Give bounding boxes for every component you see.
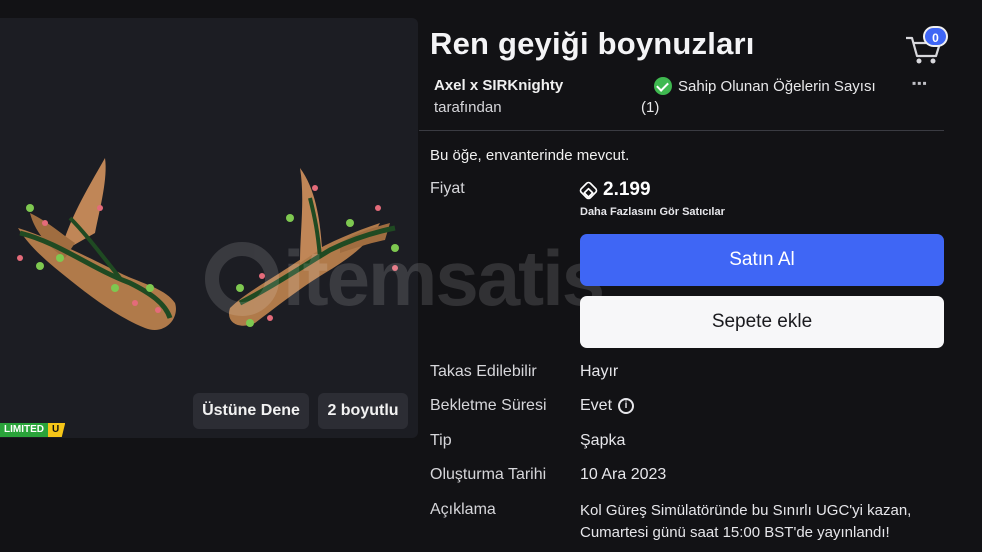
price-value: 2.199: [578, 179, 651, 201]
antlers-image: [17, 158, 399, 330]
limited-label: LIMITED: [0, 423, 48, 437]
detail-value-type: Şapka: [580, 432, 626, 449]
creator-by-label: tarafından: [434, 99, 502, 116]
detail-label-hold: Bekletme Süresi: [430, 397, 547, 414]
more-icon[interactable]: ▪▪▪: [912, 76, 928, 90]
header-divider: [419, 130, 944, 131]
try-on-button[interactable]: Üstüne Dene: [193, 393, 309, 429]
view-mode-button[interactable]: 2 boyutlu: [318, 393, 408, 429]
robux-icon: [578, 179, 599, 201]
owned-label: Sahip Olunan Öğelerin Sayısı: [678, 77, 876, 95]
detail-label-type: Tip: [430, 432, 452, 449]
cart-count-badge: 0: [923, 26, 948, 47]
detail-label-created: Oluşturma Tarihi: [430, 466, 547, 483]
add-to-cart-button[interactable]: Sepete ekle: [580, 296, 944, 348]
item-preview: Üstüne Dene 2 boyutlu LIMITED U: [0, 18, 418, 438]
detail-value-created: 10 Ara 2023: [580, 466, 667, 483]
detail-value-hold: Evet i: [580, 397, 635, 415]
detail-value-hold-text: Evet: [580, 397, 613, 414]
limited-badge: LIMITED U: [0, 423, 66, 437]
more-sellers-link[interactable]: Daha Fazlasını Gör Satıcılar: [580, 206, 725, 218]
creator-link[interactable]: Axel x SIRKnighty: [434, 77, 563, 94]
detail-value-description: Kol Güreş Simülatöründe bu Sınırlı UGC'y…: [580, 502, 912, 541]
buy-button[interactable]: Satın Al: [580, 234, 944, 286]
item-title: Ren geyiği boynuzları: [430, 26, 755, 61]
detail-label-description: Açıklama: [430, 501, 496, 518]
check-icon: [654, 77, 672, 95]
price-amount: 2.199: [603, 179, 651, 200]
detail-value-tradable: Hayır: [580, 363, 619, 380]
limited-u-label: U: [48, 423, 66, 437]
info-icon[interactable]: i: [618, 398, 635, 414]
inventory-note: Bu öğe, envanterinde mevcut.: [430, 147, 630, 164]
price-label: Fiyat: [430, 180, 465, 197]
owned-status: Sahip Olunan Öğelerin Sayısı: [654, 77, 876, 95]
owned-count: (1): [641, 99, 660, 116]
detail-label-tradable: Takas Edilebilir: [430, 363, 537, 380]
